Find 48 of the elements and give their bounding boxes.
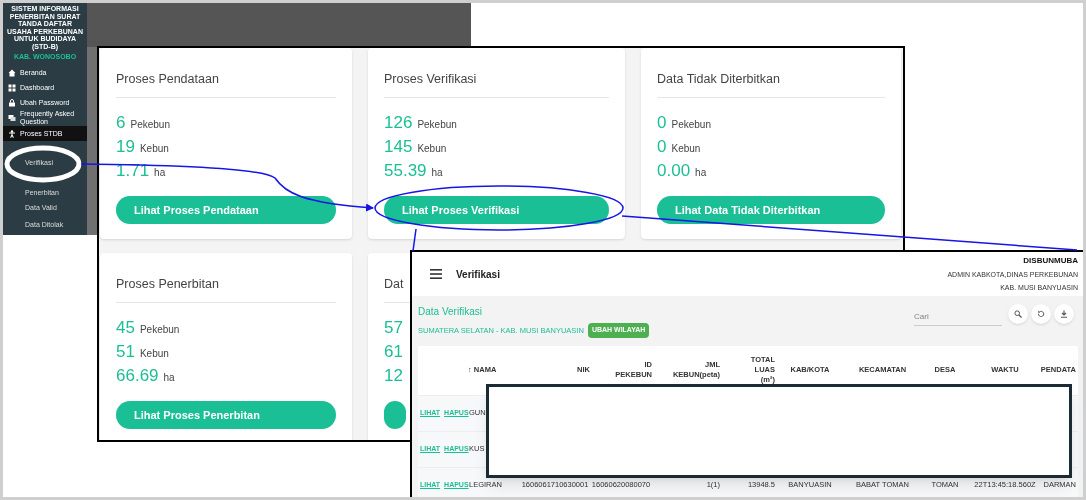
chat-icon — [8, 114, 16, 122]
stat-unit: Kebun — [671, 141, 701, 156]
stat-value: 66.69 — [116, 364, 159, 387]
menu-icon[interactable] — [430, 269, 442, 279]
download-button[interactable] — [1054, 304, 1074, 324]
card-title: Proses Penerbitan — [116, 275, 336, 303]
home-icon — [8, 68, 16, 77]
download-icon — [1060, 310, 1068, 318]
stat-value: 19 — [116, 135, 135, 158]
stat-unit: Kebun — [417, 141, 447, 156]
stat-value: 1.71 — [116, 159, 150, 182]
stat-unit: ha — [163, 370, 175, 385]
stat-value: 57 — [384, 316, 403, 339]
search-field[interactable]: Cari — [914, 308, 1002, 326]
stat-unit: Pekebun — [671, 117, 711, 132]
stat-unit: Kebun — [139, 346, 169, 361]
stat-value: 51 — [116, 340, 135, 363]
connector-line — [412, 228, 417, 252]
lock-icon — [8, 98, 16, 107]
reset-button[interactable] — [1031, 304, 1051, 324]
stat-value: 0.00 — [657, 159, 691, 182]
person-icon — [8, 129, 16, 138]
card-title: Proses Verifikasi — [384, 70, 609, 98]
stat-unit: ha — [431, 165, 443, 180]
stat-value: 6 — [116, 111, 126, 134]
stat-unit: ha — [695, 165, 707, 180]
stat-value: 0 — [657, 111, 667, 134]
stat-value: 45 — [116, 316, 135, 339]
search-icon — [1014, 310, 1022, 318]
card-title: Proses Pendataan — [116, 70, 336, 98]
stat-unit: Pekebun — [130, 117, 170, 132]
search-button[interactable] — [1008, 304, 1028, 324]
stat-unit: Pekebun — [139, 322, 180, 337]
grid-icon — [8, 83, 16, 92]
section-title: Data Verifikasi — [418, 305, 483, 319]
card-title: Data Tidak Diterbitkan — [657, 70, 885, 98]
stat-unit: Pekebun — [417, 117, 457, 132]
reset-icon — [1037, 310, 1045, 318]
stat-value: 12 — [384, 364, 403, 387]
user-name: DISBUNMUBA — [1023, 254, 1078, 267]
card-button[interactable] — [384, 401, 406, 429]
stat-unit: Kebun — [139, 141, 169, 156]
stat-unit: ha — [154, 165, 166, 180]
stat-value: 55.39 — [384, 159, 427, 182]
stat-value: 145 — [384, 135, 413, 158]
stat-value: 126 — [384, 111, 413, 134]
stat-value: 61 — [384, 340, 403, 363]
stat-value: 0 — [657, 135, 667, 158]
